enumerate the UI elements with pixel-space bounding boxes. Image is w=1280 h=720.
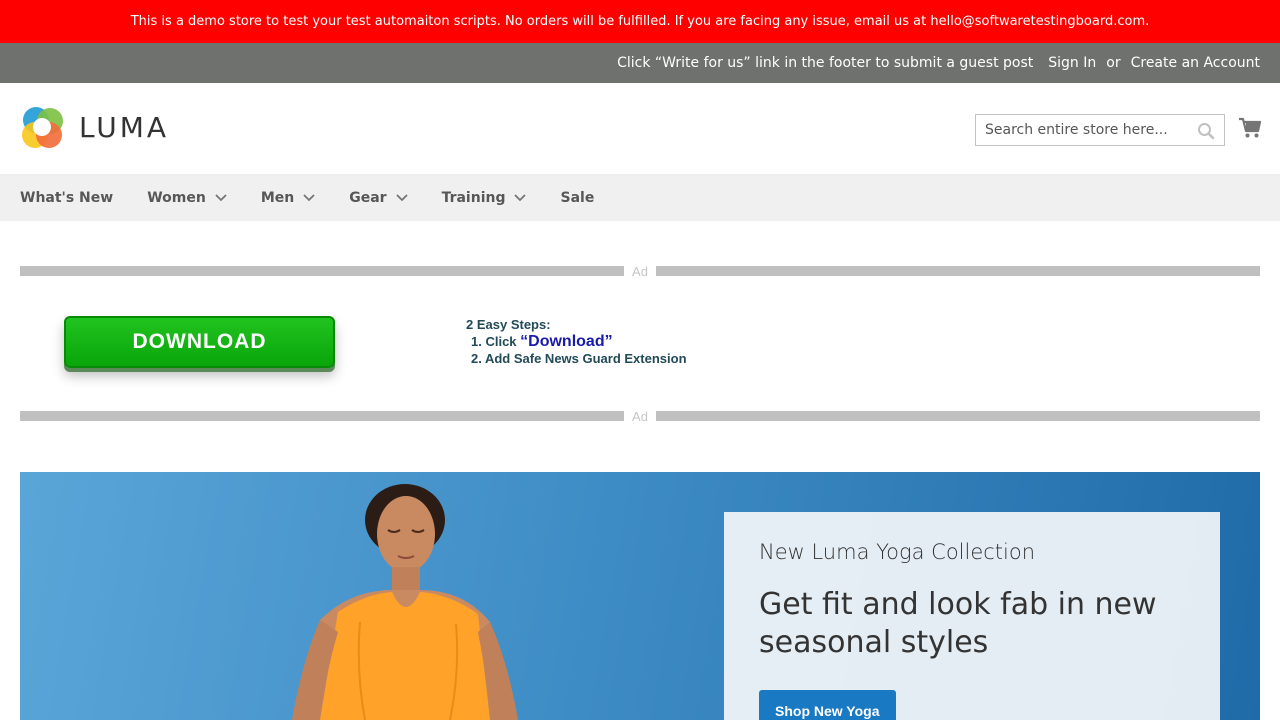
demo-store-banner: This is a demo store to test your test a… [0, 0, 1280, 43]
ad-step-1-link: “Download” [520, 333, 613, 350]
search-icon[interactable] [1197, 122, 1215, 140]
sign-in-link[interactable]: Sign In [1048, 55, 1096, 71]
shop-new-yoga-button[interactable]: Shop New Yoga [759, 690, 896, 720]
nav-item-label: What's New [20, 189, 114, 206]
nav-item-sale[interactable]: Sale [560, 190, 594, 206]
ad-label: Ad [632, 408, 648, 424]
chevron-down-icon [395, 193, 408, 201]
guest-post-note: Click “Write for us” link in the footer … [617, 55, 1034, 71]
nav-item-men[interactable]: Men [261, 190, 315, 206]
panel-header: Click “Write for us” link in the footer … [0, 43, 1280, 83]
ad-step-1-prefix: 1. Click [471, 334, 517, 349]
ad-download-button[interactable]: DOWNLOAD [64, 316, 335, 368]
nav-item-label: Women [147, 189, 206, 206]
luma-logo-icon [22, 107, 63, 148]
ad-step-1: 1. Click “Download” [466, 333, 687, 350]
nav-item-label: Gear [349, 189, 387, 206]
promo-card: New Luma Yoga Collection Get fit and loo… [724, 512, 1220, 720]
hero-banner[interactable]: New Luma Yoga Collection Get fit and loo… [20, 472, 1260, 720]
ad-divider-line [656, 411, 1260, 421]
ad-label: Ad [632, 263, 648, 279]
ad-divider-line [20, 266, 624, 276]
ad-download-label: DOWNLOAD [132, 330, 267, 353]
search-input[interactable] [976, 115, 1186, 145]
or-separator: or [1106, 55, 1121, 71]
search-box [975, 114, 1225, 146]
ad-step-2: 2. Add Safe News Guard Extension [471, 351, 687, 366]
nav-item-gear[interactable]: Gear [349, 189, 408, 206]
ad-divider-top: Ad [20, 263, 1260, 279]
nav-item-label: Sale [560, 189, 595, 206]
ad-divider-line [656, 266, 1260, 276]
nav-item-whats-new[interactable]: What's New [20, 190, 113, 206]
luma-logo[interactable]: LUMA [20, 105, 169, 150]
chevron-down-icon [514, 193, 527, 201]
ad-divider-line [20, 411, 624, 421]
ad-steps[interactable]: 2 Easy Steps: 1. Click “Download” 2. Add… [466, 316, 687, 367]
promo-headline: Get fit and look fab in new seasonal sty… [759, 587, 1157, 660]
ad-divider-bottom: Ad [20, 408, 1260, 424]
nav-item-women[interactable]: Women [147, 190, 227, 206]
yoga-model-image [292, 484, 518, 720]
main-navigation: What's New Women Men Gear Training Sale [0, 174, 1280, 221]
nav-item-label: Training [441, 189, 506, 206]
chevron-down-icon [303, 193, 315, 201]
chevron-down-icon [215, 193, 227, 201]
promo-subtitle: New Luma Yoga Collection [759, 540, 1036, 564]
nav-item-label: Men [260, 189, 295, 206]
shopping-cart-icon[interactable] [1238, 117, 1262, 139]
create-account-link[interactable]: Create an Account [1131, 55, 1260, 71]
ad-steps-title: 2 Easy Steps: [466, 317, 551, 332]
demo-banner-text: This is a demo store to test your test a… [130, 14, 1150, 29]
logo-text: LUMA [79, 111, 170, 144]
nav-item-training[interactable]: Training [442, 190, 527, 206]
